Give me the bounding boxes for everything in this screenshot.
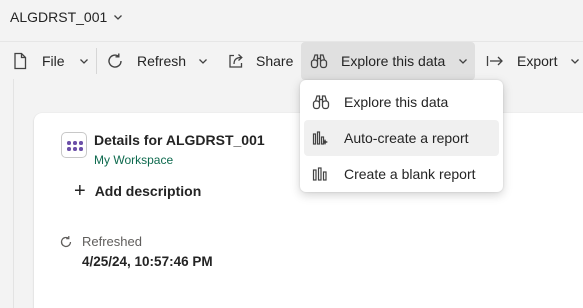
chevron-down-icon bbox=[199, 59, 207, 64]
blank-report-icon bbox=[312, 167, 327, 181]
explore-menu: Explore this data Auto-create a report C… bbox=[300, 80, 503, 192]
menu-item-explore-this-data[interactable]: Explore this data bbox=[304, 84, 499, 120]
refresh-icon bbox=[108, 53, 122, 68]
explore-label: Explore this data bbox=[341, 53, 446, 69]
chevron-down-icon[interactable] bbox=[113, 12, 123, 22]
explore-this-data-button[interactable]: Explore this data bbox=[301, 42, 475, 80]
refreshed-timestamp: 4/25/24, 10:57:46 PM bbox=[82, 254, 213, 269]
dataset-icon bbox=[61, 132, 87, 158]
file-button[interactable]: File bbox=[12, 42, 89, 80]
left-panel-edge bbox=[0, 79, 14, 308]
auto-report-icon bbox=[312, 131, 328, 145]
export-arrow-icon bbox=[486, 56, 503, 66]
binoculars-icon bbox=[310, 54, 328, 69]
toolbar: File Refresh Share Explore this data Exp… bbox=[0, 41, 583, 80]
refresh-icon bbox=[60, 236, 72, 248]
add-description-label: Add description bbox=[94, 183, 202, 199]
export-button[interactable]: Export bbox=[486, 42, 580, 80]
refresh-button[interactable]: Refresh bbox=[106, 42, 208, 80]
chevron-down-icon bbox=[459, 59, 468, 64]
chevron-down-icon bbox=[79, 59, 88, 64]
toolbar-divider bbox=[96, 48, 97, 74]
binoculars-icon bbox=[312, 95, 330, 110]
menu-item-label: Create a blank report bbox=[344, 166, 476, 182]
menu-item-auto-create-report[interactable]: Auto-create a report bbox=[304, 120, 499, 156]
add-description-button[interactable]: + Add description bbox=[74, 181, 201, 201]
share-icon bbox=[229, 54, 243, 68]
refresh-label: Refresh bbox=[137, 53, 187, 69]
title-bar: ALGDRST_001 bbox=[0, 0, 583, 34]
dataset-name[interactable]: ALGDRST_001 bbox=[10, 9, 107, 25]
chevron-down-icon bbox=[571, 59, 580, 64]
share-button[interactable]: Share bbox=[227, 42, 293, 80]
plus-icon: + bbox=[74, 180, 86, 202]
export-label: Export bbox=[517, 53, 558, 69]
refreshed-label: Refreshed bbox=[82, 234, 142, 249]
document-icon bbox=[14, 52, 27, 70]
details-title: Details for ALGDRST_001 bbox=[94, 132, 265, 148]
menu-item-label: Explore this data bbox=[344, 94, 449, 110]
menu-item-create-blank-report[interactable]: Create a blank report bbox=[304, 156, 499, 192]
workspace-link[interactable]: My Workspace bbox=[94, 153, 173, 167]
file-label: File bbox=[42, 53, 65, 69]
share-label: Share bbox=[256, 53, 294, 69]
menu-item-label: Auto-create a report bbox=[344, 130, 469, 146]
